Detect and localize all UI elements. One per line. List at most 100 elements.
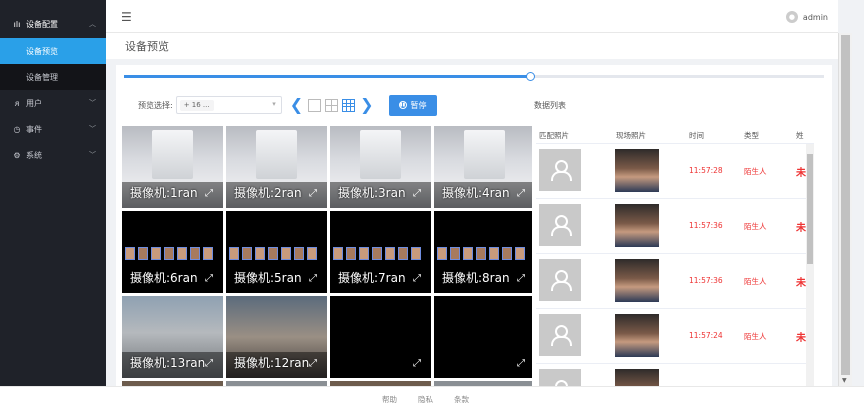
type-cell: 陌生人 (744, 277, 767, 286)
face-thumbnail (138, 247, 148, 260)
preview-select-label: 预览选择: (138, 100, 173, 110)
fullscreen-icon[interactable]: ⤢ (205, 359, 213, 369)
menu-toggle-icon[interactable]: ☰ (121, 10, 132, 24)
face-thumbnail (450, 247, 460, 260)
slider-fill (124, 75, 530, 78)
table-scrollbar[interactable] (806, 144, 814, 386)
fullscreen-icon[interactable]: ⤢ (517, 189, 525, 199)
face-thumbnail (489, 247, 499, 260)
menu-device-preview[interactable]: 设备预览 (0, 38, 106, 64)
camera-tile[interactable]: ⤢ (330, 296, 431, 378)
footer-link[interactable]: 帮助 (382, 394, 397, 405)
scrollbar-thumb[interactable] (807, 154, 813, 264)
camera-tile[interactable]: 摄像机:12ran ⤢ (226, 296, 327, 378)
page-scrollbar[interactable]: ▼ (838, 33, 852, 386)
live-photo[interactable] (615, 259, 659, 302)
footer-links: 帮助 隐私 条款 (382, 394, 469, 405)
col-type: 类型 (744, 131, 759, 140)
table-row[interactable]: 11:57:24 陌生人 未 (536, 309, 814, 364)
pause-button[interactable]: ▮▮ 暂停 (388, 94, 437, 116)
menu-device-config[interactable]: ılı 设备配置 ︿ (0, 10, 106, 38)
fullscreen-icon[interactable]: ⤢ (309, 359, 317, 369)
footer-link[interactable]: 条款 (454, 394, 469, 405)
fullscreen-icon[interactable]: ⤢ (309, 274, 317, 284)
prev-page-icon[interactable]: ❮ (290, 97, 303, 113)
table-row[interactable]: 11:57:36 陌生人 未 (536, 254, 814, 309)
fullscreen-icon[interactable]: ⤢ (517, 274, 525, 284)
scrollbar-thumb[interactable] (841, 35, 850, 375)
menu-event[interactable]: ◷ 事件 ﹀ (0, 116, 106, 142)
col-match-photo: 匹配照片 (539, 131, 569, 140)
timeline-slider[interactable] (124, 72, 824, 81)
fullscreen-icon[interactable]: ⤢ (413, 189, 421, 199)
live-photo[interactable] (615, 149, 659, 192)
face-thumbnail (346, 247, 356, 260)
face-thumbnail (255, 247, 265, 260)
camera-tile[interactable]: 摄像机:7ran ⤢ (330, 211, 431, 293)
name-cell: 未 (796, 278, 806, 289)
pause-icon: ▮▮ (398, 101, 407, 109)
layout-1-icon[interactable] (308, 98, 322, 112)
layout-9-icon[interactable] (342, 98, 356, 112)
face-thumbnail (437, 247, 447, 260)
data-list-title: 数据列表 (534, 101, 566, 110)
live-photo[interactable] (615, 314, 659, 357)
fullscreen-icon[interactable]: ⤢ (413, 359, 421, 369)
camera-select[interactable]: + 16 ... ▾ (175, 96, 282, 114)
camera-tile[interactable]: 摄像机:1ran ⤢ (122, 126, 223, 208)
camera-label: 摄像机:1ran (130, 186, 198, 200)
face-thumbnail (502, 247, 512, 260)
clock-icon: ◷ (13, 124, 21, 134)
fullscreen-icon[interactable]: ⤢ (309, 189, 317, 199)
camera-tile[interactable]: 摄像机:4ran ⤢ (434, 126, 532, 208)
footer-link[interactable]: 隐私 (418, 394, 433, 405)
scroll-down-icon[interactable]: ▼ (842, 377, 847, 384)
camera-tile[interactable]: ⤢ (434, 296, 532, 378)
face-thumbnail (307, 247, 317, 260)
face-thumbnail (333, 247, 343, 260)
user-menu[interactable]: ● admin (785, 11, 828, 23)
chevron-down-icon: ﹀ (89, 125, 96, 133)
gear-icon: ⚙ (13, 150, 21, 160)
selected-tag[interactable]: + 16 ... (179, 100, 214, 111)
next-page-icon[interactable]: ❯ (360, 97, 373, 113)
menu-label: 事件 (26, 124, 42, 134)
face-thumbnail (372, 247, 382, 260)
match-photo-placeholder (539, 204, 581, 246)
camera-tile[interactable]: 摄像机:3ran ⤢ (330, 126, 431, 208)
name-cell: 未 (796, 223, 806, 234)
camera-tile[interactable]: 摄像机:13ran ⤢ (122, 296, 223, 378)
face-thumbnail (359, 247, 369, 260)
fullscreen-icon[interactable]: ⤢ (517, 359, 525, 369)
camera-label: 摄像机:7ran (338, 271, 406, 285)
camera-tile[interactable]: 摄像机:8ran ⤢ (434, 211, 532, 293)
camera-label: 摄像机:3ran (338, 186, 406, 200)
footer: 帮助 隐私 条款 (0, 386, 864, 412)
face-thumbnail (190, 247, 200, 260)
table-row[interactable]: 11:57:36 陌生人 未 (536, 199, 814, 254)
slider-handle[interactable] (526, 72, 535, 81)
page-title-bar: 设备预览 (106, 33, 838, 59)
fullscreen-icon[interactable]: ⤢ (205, 274, 213, 284)
camera-tile[interactable]: 摄像机:6ran ⤢ (122, 211, 223, 293)
menu-label: 设备配置 (26, 19, 58, 29)
layout-4-icon[interactable] (325, 98, 339, 112)
fullscreen-icon[interactable]: ⤢ (413, 274, 421, 284)
camera-label: 摄像机:6ran (130, 271, 198, 285)
name-cell: 未 (796, 333, 806, 344)
camera-label: 摄像机:4ran (442, 186, 510, 200)
live-photo[interactable] (615, 204, 659, 247)
fullscreen-icon[interactable]: ⤢ (205, 189, 213, 199)
time-cell: 11:57:24 (689, 331, 723, 340)
menu-system[interactable]: ⚙ 系统 ﹀ (0, 142, 106, 168)
table-row[interactable]: 11:57:28 陌生人 未 (536, 144, 814, 199)
camera-label: 摄像机:12ran (234, 356, 310, 370)
time-cell: 11:57:28 (689, 166, 723, 175)
camera-tile[interactable]: 摄像机:2ran ⤢ (226, 126, 327, 208)
face-thumbnail (411, 247, 421, 260)
camera-tile[interactable]: 摄像机:5ran ⤢ (226, 211, 327, 293)
menu-user[interactable]: ᴙ 用户 ﹀ (0, 90, 106, 116)
chevron-down-icon: ﹀ (89, 151, 96, 159)
menu-device-management[interactable]: 设备管理 (0, 64, 106, 90)
type-cell: 陌生人 (744, 167, 767, 176)
